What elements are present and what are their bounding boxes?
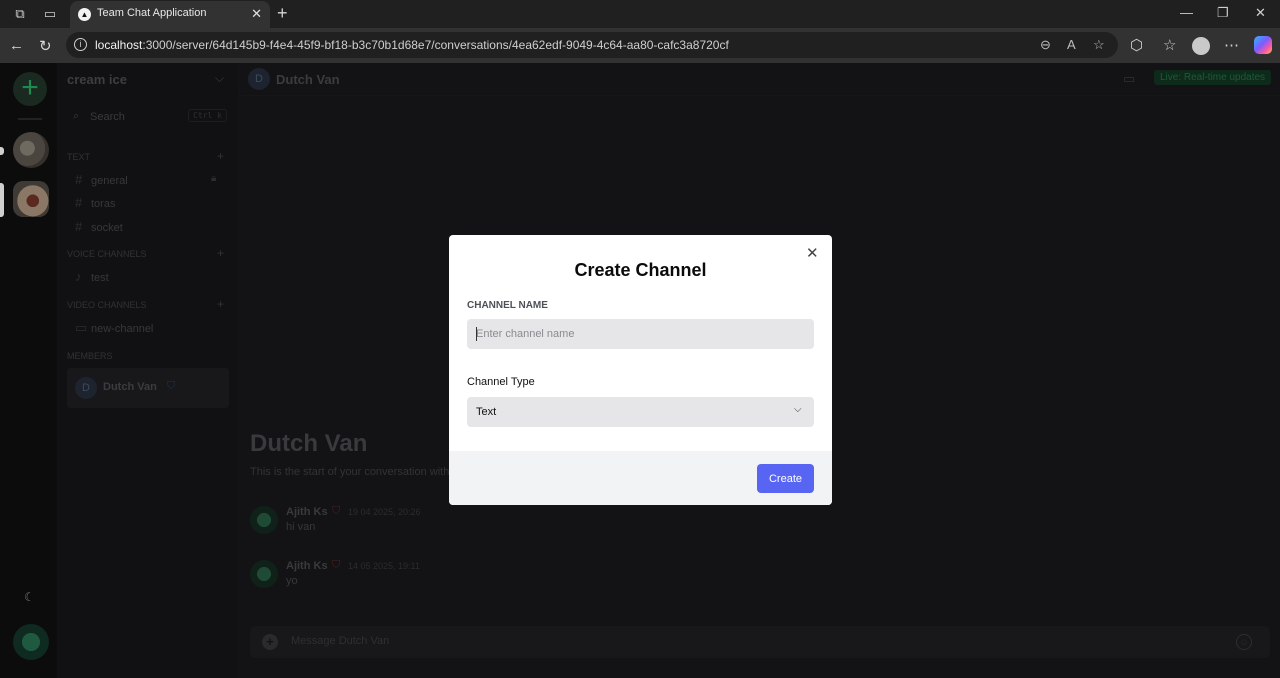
read-aloud-icon[interactable]: A <box>1067 37 1076 52</box>
extensions-icon[interactable]: ⬡ <box>1130 36 1143 54</box>
favorite-star-icon[interactable]: ☆ <box>1093 37 1105 53</box>
address-bar[interactable]: i localhost:3000/server/64d145b9-f4e4-45… <box>66 32 1118 58</box>
zoom-icon[interactable]: ⊖ <box>1040 37 1051 53</box>
create-channel-modal: ✕ Create Channel CHANNEL NAME Channel Ty… <box>449 235 832 505</box>
maximize-icon[interactable]: ❐ <box>1217 5 1229 21</box>
minimize-icon[interactable]: — <box>1180 5 1193 20</box>
more-options-icon[interactable]: ⋯ <box>1224 36 1239 54</box>
text-caret <box>476 327 477 341</box>
copilot-icon[interactable] <box>1254 36 1272 54</box>
site-info-icon[interactable]: i <box>74 38 87 51</box>
new-tab-icon[interactable]: + <box>277 3 288 24</box>
app-favicon-icon: ▲ <box>78 8 91 21</box>
channel-name-label: CHANNEL NAME <box>467 300 548 311</box>
profile-avatar[interactable] <box>1192 37 1210 55</box>
modal-title: Create Channel <box>574 260 707 280</box>
tab-close-icon[interactable]: ✕ <box>251 6 262 22</box>
refresh-icon[interactable]: ↻ <box>39 37 52 55</box>
chevron-down-icon: ⌵ <box>794 404 802 415</box>
channel-type-value: Text <box>476 406 497 418</box>
channel-name-input[interactable] <box>467 319 814 349</box>
channel-type-label: Channel Type <box>467 376 535 388</box>
channel-type-select[interactable]: Text ⌵ <box>467 397 814 427</box>
workspaces-icon[interactable]: ⧉ <box>12 6 28 22</box>
tab-title: Team Chat Application <box>97 7 207 19</box>
modal-footer: Create <box>449 451 832 505</box>
back-icon[interactable]: ← <box>9 37 24 54</box>
close-window-icon[interactable]: ✕ <box>1255 5 1266 21</box>
create-button[interactable]: Create <box>757 464 814 493</box>
browser-window: ⧉ ▭ ▲ Team Chat Application ✕ + — ❐ ✕ ← … <box>0 0 1280 678</box>
address-toolbar: ← ↻ i localhost:3000/server/64d145b9-f4e… <box>0 28 1280 63</box>
url-text[interactable]: localhost:3000/server/64d145b9-f4e4-45f9… <box>95 38 729 52</box>
browser-tab[interactable]: ▲ Team Chat Application ✕ <box>70 1 270 28</box>
favorites-icon[interactable]: ☆ <box>1163 36 1176 54</box>
title-bar: ⧉ ▭ ▲ Team Chat Application ✕ + — ❐ ✕ <box>0 0 1280 28</box>
tab-actions-icon[interactable]: ▭ <box>42 6 58 22</box>
